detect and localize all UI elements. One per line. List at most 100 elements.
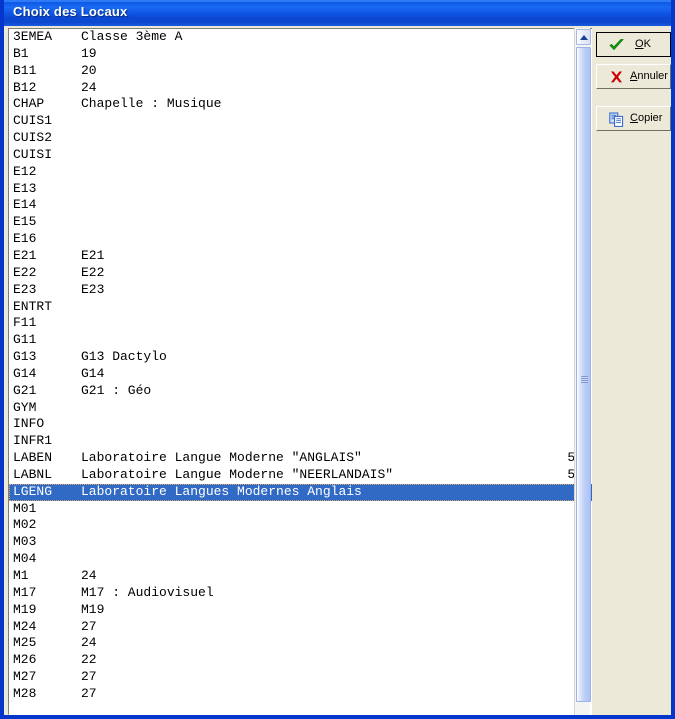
list-item-description: Chapelle : Musique	[81, 96, 222, 112]
list-item[interactable]: G14 G14	[9, 366, 593, 383]
list-item[interactable]: M04	[9, 551, 593, 568]
list-item-description: 27	[81, 669, 97, 685]
scroll-up-button[interactable]	[576, 29, 591, 45]
list-item-code: G14	[13, 365, 37, 381]
list-item-code: INFR1	[13, 433, 53, 449]
list-item-code: M02	[13, 517, 37, 533]
list-item-description: E22	[81, 264, 105, 280]
list-item-code: M1	[13, 568, 29, 583]
list-item-code: G13	[13, 349, 37, 365]
list-item[interactable]: GYM	[9, 400, 593, 417]
list-item[interactable]: B11 20	[9, 63, 593, 80]
list-item-description: M17 : Audiovisuel	[81, 584, 214, 600]
list-item-code: 3EMEA	[13, 29, 53, 44]
list-item[interactable]: F11	[9, 315, 593, 332]
list-item-description: 22	[81, 652, 97, 668]
list-item[interactable]: E16	[9, 231, 593, 248]
list-item-code: E23	[13, 281, 37, 297]
list-item-code: E22	[13, 264, 37, 280]
list-item[interactable]: INFO	[9, 416, 593, 433]
copy-button[interactable]: Copier	[596, 106, 671, 131]
list-item[interactable]: 3EMEA Classe 3ème A	[9, 29, 593, 46]
list-item-code: CUIS1	[13, 113, 53, 129]
list-item-code: CUIS2	[13, 130, 53, 146]
list-item[interactable]: M03	[9, 534, 593, 551]
title-bar[interactable]: Choix des Locaux	[4, 0, 671, 26]
list-item-description: 24	[81, 635, 97, 651]
list-item-code: E16	[13, 231, 37, 247]
list-item-description: E21	[81, 247, 105, 263]
list-item[interactable]: E22 E22	[9, 265, 593, 282]
list-item-code: M24	[13, 618, 37, 634]
list-item[interactable]: E12	[9, 164, 593, 181]
list-item[interactable]: CUISI	[9, 147, 593, 164]
list-item-code: LABEN	[13, 450, 53, 466]
list-item-code: B1	[13, 45, 29, 61]
list-item[interactable]: M17 M17 : Audiovisuel	[9, 585, 593, 602]
list-item[interactable]: M28 27	[9, 686, 593, 703]
list-item-code: LABNL	[13, 466, 53, 482]
list-item-description: 20	[81, 62, 97, 78]
list-item[interactable]: LGENG Laboratoire Langues Modernes Anglai…	[9, 483, 593, 501]
list-item-description: 24	[81, 568, 97, 583]
dialog-window: Choix des Locaux 3EMEA Classe 3ème A B1 19 B…	[0, 0, 675, 719]
list-item-code: CUISI	[13, 146, 53, 162]
list-item[interactable]: CUIS2	[9, 130, 593, 147]
list-item[interactable]: M27 27	[9, 669, 593, 686]
list-item[interactable]: B12 24	[9, 80, 593, 97]
scrollbar-thumb[interactable]	[576, 47, 591, 702]
listbox-rows-container: 3EMEA Classe 3ème A B1 19 B11 20 B12 24 CHAP Chap…	[9, 29, 593, 714]
list-item[interactable]: E13	[9, 181, 593, 198]
list-item-code: F11	[13, 315, 37, 331]
list-item-description: E23	[81, 281, 105, 297]
cancel-button-label: Annuler	[630, 70, 668, 82]
list-item[interactable]: M19 M19	[9, 602, 593, 619]
list-item-code: M27	[13, 669, 37, 685]
list-item[interactable]: M02	[9, 517, 593, 534]
list-item[interactable]: G21 G21 : Géo	[9, 383, 593, 400]
list-item-description: G21 : Géo	[81, 382, 152, 398]
list-item-code: E21	[13, 247, 37, 263]
list-item-code: M26	[13, 652, 37, 668]
list-item[interactable]: CHAP Chapelle : Musique	[9, 96, 593, 113]
list-item-code: M28	[13, 685, 37, 701]
list-item-code: M17	[13, 584, 37, 600]
list-item[interactable]: E21 E21	[9, 248, 593, 265]
list-item-description: M19	[81, 601, 105, 617]
list-item[interactable]: E23 E23	[9, 282, 593, 299]
list-item-description: 19	[81, 45, 97, 61]
list-item[interactable]: G11	[9, 332, 593, 349]
list-item-code: E15	[13, 214, 37, 230]
locals-listbox[interactable]: 3EMEA Classe 3ème A B1 19 B11 20 B12 24 CHAP Chap…	[8, 28, 594, 715]
list-item[interactable]: LABEN Laboratoire Langue Moderne "ANGLAIS…	[9, 450, 593, 467]
ok-button[interactable]: OK	[596, 32, 671, 57]
button-panel: OK Annuler Copier	[592, 28, 671, 715]
list-item[interactable]: B1 19	[9, 46, 593, 63]
list-item[interactable]: M26 22	[9, 652, 593, 669]
list-item[interactable]: M01	[9, 501, 593, 518]
list-item-code: G21	[13, 382, 37, 398]
window-title: Choix des Locaux	[13, 4, 128, 19]
list-item-code: GYM	[13, 399, 37, 415]
list-item[interactable]: LABNL Laboratoire Langue Moderne "NEERLAN…	[9, 467, 593, 484]
list-item[interactable]: E14	[9, 197, 593, 214]
list-item-description: Laboratoire Langue Moderne "NEERLANDAIS"	[81, 466, 394, 482]
copy-button-label: Copier	[630, 112, 663, 124]
list-item[interactable]: M24 27	[9, 619, 593, 636]
list-item-code: E12	[13, 163, 37, 179]
vertical-scrollbar[interactable]	[574, 28, 591, 715]
cancel-button[interactable]: Annuler	[596, 64, 671, 89]
list-item-code: G11	[13, 332, 37, 348]
scrollbar-grip	[581, 376, 588, 383]
red-x-icon	[608, 69, 625, 85]
list-item[interactable]: CUIS1	[9, 113, 593, 130]
list-item[interactable]: M1 24	[9, 568, 593, 585]
list-item[interactable]: INFR1	[9, 433, 593, 450]
list-item[interactable]: M25 24	[9, 635, 593, 652]
list-item[interactable]: E15	[9, 214, 593, 231]
list-item[interactable]: G13 G13 Dactylo	[9, 349, 593, 366]
list-item-description: Laboratoire Langue Moderne "ANGLAIS"	[81, 450, 362, 466]
list-item[interactable]: ENTRT	[9, 299, 593, 316]
list-item-code: E13	[13, 180, 37, 196]
list-item-code: CHAP	[13, 96, 45, 112]
